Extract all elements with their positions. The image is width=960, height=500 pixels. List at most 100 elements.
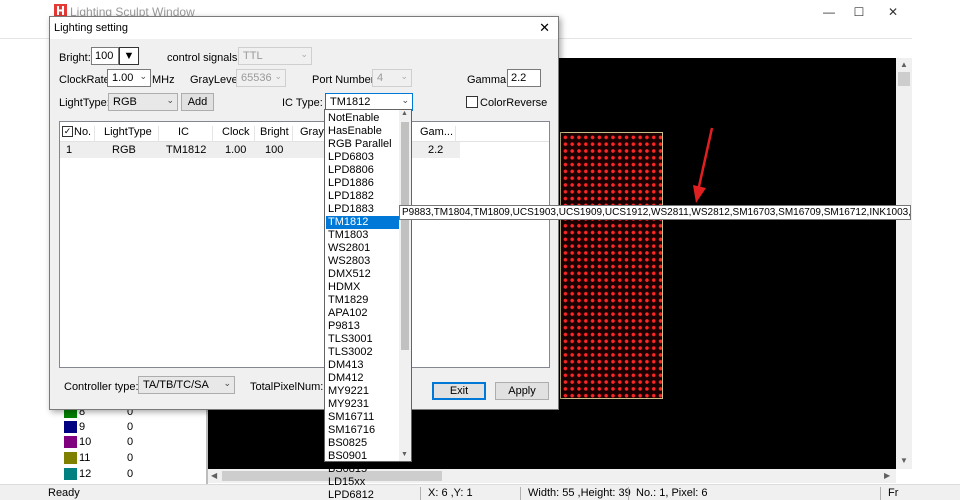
dialog-close-icon[interactable]: ✕ <box>539 20 550 36</box>
dropdown-item[interactable]: P9813 <box>326 320 400 333</box>
column-header-clock[interactable]: Clock <box>222 126 250 138</box>
add-button[interactable]: Add <box>181 93 214 111</box>
chevron-down-icon: ⌄ <box>400 71 408 81</box>
clockrate-label: ClockRate: <box>59 74 113 86</box>
lighttype-label: LightType: <box>59 97 110 109</box>
led-panel[interactable] <box>560 132 663 399</box>
ic-type-value: TM1812 <box>330 96 371 108</box>
list-item-number: 12 <box>79 468 92 480</box>
dropdown-item[interactable]: RGB Parallel <box>326 138 400 151</box>
minimize-icon: — <box>823 4 835 19</box>
column-separator <box>94 126 95 142</box>
scroll-left-icon[interactable]: ◀ <box>211 471 217 480</box>
dropdown-item[interactable]: LPD1882 <box>326 190 400 203</box>
cell-no: 1 <box>66 144 73 156</box>
lighting-table[interactable]: ✓ No. LightType IC Clock Bright Gray Gam… <box>59 121 550 368</box>
bright-dropdown-button[interactable]: ▼ <box>119 47 139 65</box>
lighttype-select[interactable]: RGB ⌄ <box>108 93 178 111</box>
column-separator <box>292 126 293 142</box>
dropdown-item[interactable]: LPD1883 <box>326 203 400 216</box>
list-item[interactable]: 12 0 <box>55 466 200 482</box>
list-item[interactable]: 9 0 <box>55 419 200 435</box>
cell-lighttype: RGB <box>112 144 136 156</box>
column-separator <box>212 126 213 142</box>
bright-label: Bright: <box>59 52 91 64</box>
dropdown-scroll-thumb[interactable] <box>401 122 409 350</box>
column-header-no[interactable]: No. <box>74 126 91 138</box>
dropdown-item[interactable]: SM16711 <box>326 411 400 424</box>
dialog-title-bar: Lighting setting ✕ <box>50 17 558 39</box>
dropdown-item[interactable]: TM1803 <box>326 229 400 242</box>
controller-type-select[interactable]: TA/TB/TC/SA ⌄ <box>138 376 235 394</box>
dropdown-item[interactable]: TLS3002 <box>326 346 400 359</box>
select-all-checkbox[interactable]: ✓ <box>62 126 73 137</box>
list-item-number: 10 <box>79 436 92 448</box>
port-number-select[interactable]: 4 ⌄ <box>372 69 412 87</box>
port-number-label: Port Number: <box>312 74 378 86</box>
dropdown-scrollbar[interactable]: ▲ ▼ <box>399 110 411 461</box>
ic-type-dropdown-list[interactable]: NotEnable HasEnable RGB Parallel LPD6803 LPD… <box>324 109 412 500</box>
dropdown-item[interactable]: BS0825 <box>326 437 400 450</box>
dropdown-item[interactable]: LPD6812 <box>326 489 400 500</box>
ic-type-label: IC Type: <box>282 97 323 109</box>
dropdown-item[interactable]: DM412 <box>326 372 400 385</box>
dropdown-item[interactable]: LD15xx <box>326 476 400 489</box>
scroll-down-icon[interactable]: ▼ <box>401 451 408 458</box>
vertical-scroll-thumb[interactable] <box>898 72 910 86</box>
horizontal-scrollbar[interactable]: ◀ ▶ <box>208 469 896 483</box>
close-window-button[interactable]: ✕ <box>876 0 910 23</box>
color-swatch <box>64 421 77 433</box>
clockrate-select[interactable]: 1.00 ⌄ <box>107 69 151 87</box>
dropdown-item[interactable]: NotEnable <box>326 112 400 125</box>
dropdown-item[interactable]: MY9221 <box>326 385 400 398</box>
dropdown-item[interactable]: TM1829 <box>326 294 400 307</box>
dropdown-item[interactable]: HasEnable <box>326 125 400 138</box>
maximize-button[interactable]: ☐ <box>842 0 876 23</box>
column-header-lighttype[interactable]: LightType <box>104 126 152 138</box>
list-item-value: 0 <box>127 468 134 480</box>
cell-bright: 100 <box>265 144 284 156</box>
dropdown-item[interactable]: DMX512 <box>326 268 400 281</box>
minimize-button[interactable]: — <box>812 0 846 23</box>
dropdown-item[interactable]: SM16716 <box>326 424 400 437</box>
column-separator <box>158 126 159 142</box>
color-swatch <box>64 468 77 480</box>
bright-input[interactable]: 100 <box>91 47 119 65</box>
cell-clock: 1.00 <box>225 144 247 156</box>
list-item[interactable]: 11 0 <box>55 450 200 466</box>
gamma-input[interactable]: 2.2 <box>507 69 541 87</box>
list-item-value: 0 <box>127 452 134 464</box>
column-header-ic[interactable]: IC <box>178 126 189 138</box>
dropdown-item[interactable]: LPD8806 <box>326 164 400 177</box>
dropdown-item[interactable]: BS0901 <box>326 450 400 463</box>
graylevel-select[interactable]: 65536 ⌄ <box>236 69 286 87</box>
status-size: Width: 55 ,Height: 39 <box>528 487 631 499</box>
dropdown-item[interactable]: TM1812 <box>326 216 400 229</box>
dropdown-item[interactable]: WS2803 <box>326 255 400 268</box>
scroll-right-icon[interactable]: ▶ <box>884 471 890 480</box>
list-item[interactable]: 10 0 <box>55 434 200 450</box>
column-header-bright[interactable]: Bright <box>260 126 289 138</box>
dropdown-item[interactable]: HDMX <box>326 281 400 294</box>
dropdown-item[interactable]: MY9231 <box>326 398 400 411</box>
color-reverse-checkbox[interactable] <box>466 96 478 108</box>
scroll-down-icon[interactable]: ▼ <box>900 456 908 465</box>
dropdown-item[interactable]: LPD1886 <box>326 177 400 190</box>
dropdown-item[interactable]: APA102 <box>326 307 400 320</box>
dropdown-item[interactable]: TLS3001 <box>326 333 400 346</box>
vertical-scrollbar[interactable]: ▲ ▼ <box>896 58 912 469</box>
dropdown-item[interactable]: DM413 <box>326 359 400 372</box>
control-signals-select[interactable]: TTL ⌄ <box>238 47 312 65</box>
status-separator <box>520 487 521 500</box>
apply-button[interactable]: Apply <box>495 382 549 400</box>
scroll-up-icon[interactable]: ▲ <box>401 110 408 117</box>
dropdown-item[interactable]: BS0815 <box>326 463 400 476</box>
scroll-up-icon[interactable]: ▲ <box>900 60 908 69</box>
lighttype-value: RGB <box>113 96 137 108</box>
dropdown-item[interactable]: LPD6803 <box>326 151 400 164</box>
column-header-gamma[interactable]: Gam... <box>420 126 453 138</box>
column-header-gray[interactable]: Gray <box>300 126 324 138</box>
exit-button[interactable]: Exit <box>432 382 486 400</box>
dropdown-item[interactable]: WS2801 <box>326 242 400 255</box>
chevron-down-icon: ⌄ <box>401 95 409 105</box>
